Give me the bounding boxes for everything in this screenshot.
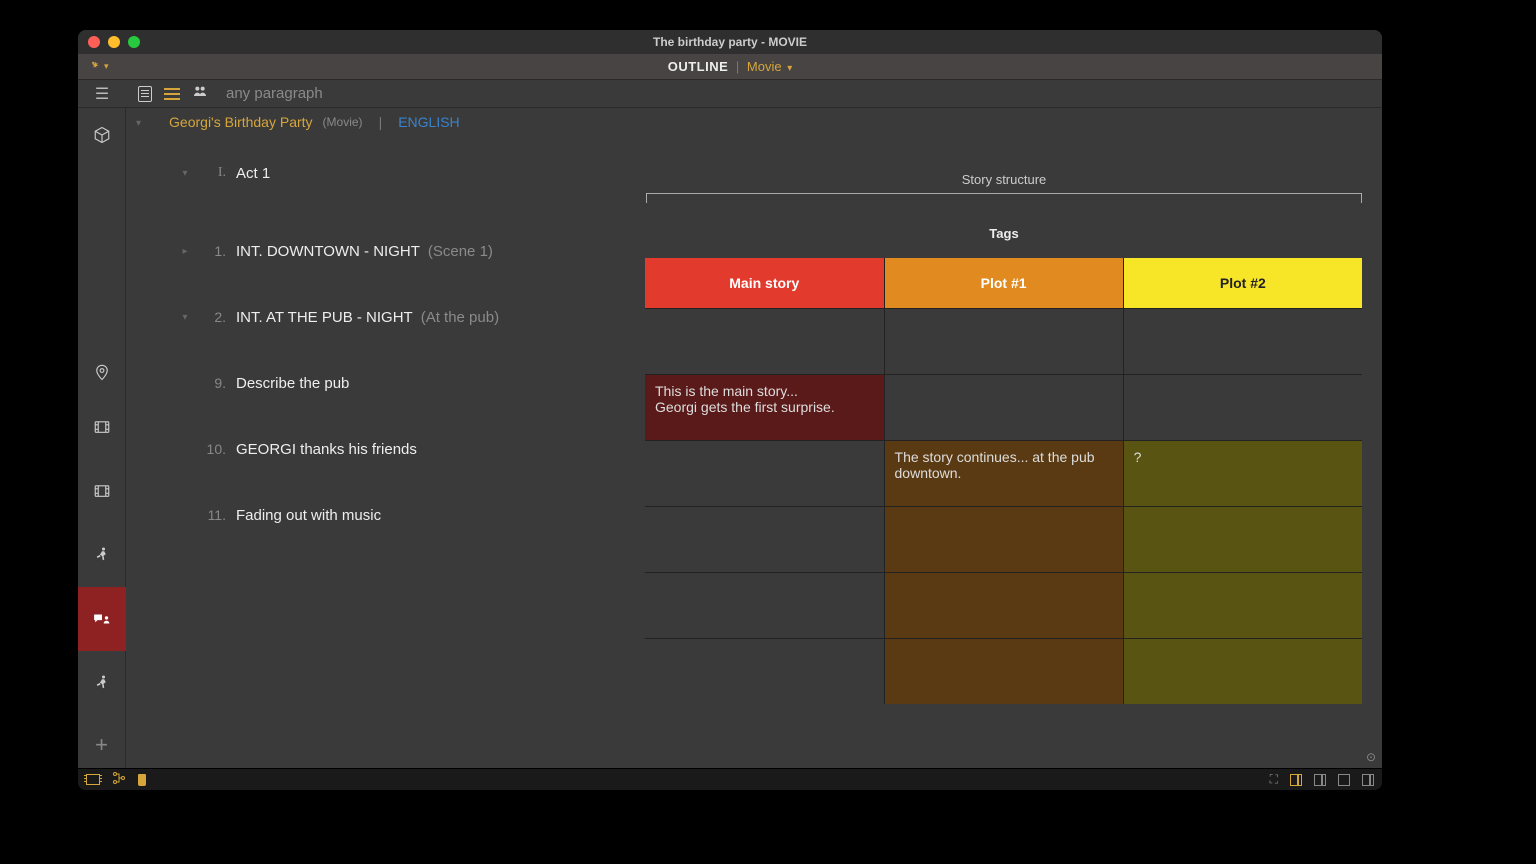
- layout-1-icon[interactable]: [1290, 774, 1302, 786]
- settings-icon[interactable]: ⊙: [1366, 750, 1376, 764]
- run-icon[interactable]: [78, 523, 126, 587]
- mode-bar: ▾ OUTLINE | Movie ▾: [78, 54, 1382, 80]
- grid-cell[interactable]: The story continues... at the pub downto…: [884, 440, 1123, 506]
- grid-row: [645, 308, 1362, 374]
- grid-cell[interactable]: [884, 308, 1123, 374]
- outline-row[interactable]: 10. GEORGI thanks his friends: [134, 416, 639, 482]
- chat-user-icon[interactable]: [78, 587, 126, 651]
- run-icon-2[interactable]: [78, 651, 126, 715]
- grid-row: [645, 506, 1362, 572]
- row-number: 10.: [196, 441, 226, 457]
- grid-cell[interactable]: ?: [1123, 440, 1362, 506]
- layout-4-icon[interactable]: [1362, 774, 1374, 786]
- tags-label: Tags: [646, 226, 1362, 241]
- grid-cell[interactable]: [645, 506, 884, 572]
- menu-icon[interactable]: ☰: [78, 84, 126, 104]
- layout-3-icon[interactable]: [1338, 774, 1350, 786]
- column-header[interactable]: Main story: [645, 258, 884, 308]
- grid-cell[interactable]: [884, 506, 1123, 572]
- main-content: ▾ Georgi's Birthday Party (Movie) | ENGL…: [126, 108, 1382, 768]
- view-icons: [138, 84, 208, 103]
- page-view-icon[interactable]: [138, 86, 152, 102]
- search-input[interactable]: [226, 85, 426, 102]
- outline-row[interactable]: 9. Describe the pub: [134, 350, 639, 416]
- structure-bracket: [646, 193, 1362, 203]
- body: + ▾ Georgi's Birthday Party (Movie) | EN…: [78, 108, 1382, 768]
- row-number: I.: [196, 165, 226, 181]
- row-title: Describe the pub: [236, 375, 349, 392]
- row-number: 11.: [196, 507, 226, 523]
- tool-row: ☰: [78, 80, 1382, 108]
- column-header[interactable]: Plot #1: [884, 258, 1123, 308]
- fullscreen-icon[interactable]: ⛶: [1270, 772, 1278, 787]
- status-tree-icon[interactable]: [112, 772, 126, 787]
- film-icon[interactable]: [78, 395, 126, 459]
- column-header[interactable]: Plot #2: [1123, 258, 1362, 308]
- status-bookmark-icon[interactable]: [138, 774, 146, 786]
- status-film-icon[interactable]: [86, 774, 100, 785]
- row-title: Act 1: [236, 165, 270, 182]
- cube-icon[interactable]: [78, 112, 126, 159]
- mode-selector[interactable]: OUTLINE | Movie ▾: [78, 59, 1382, 74]
- app-window: The birthday party - MOVIE ▾ OUTLINE | M…: [78, 30, 1382, 790]
- grid-cell[interactable]: [1123, 506, 1362, 572]
- grid-cell[interactable]: [1123, 638, 1362, 704]
- outline-row[interactable]: 11. Fading out with music: [134, 482, 639, 548]
- structure-header: Story structure: [646, 172, 1362, 203]
- project-type: (Movie): [323, 115, 363, 129]
- grid-cell[interactable]: [1123, 308, 1362, 374]
- grid-cell[interactable]: [645, 440, 884, 506]
- row-number: 2.: [196, 309, 226, 325]
- map-pin-icon[interactable]: [78, 349, 126, 396]
- grid-row: [645, 572, 1362, 638]
- grid-cell[interactable]: [884, 572, 1123, 638]
- group-icon[interactable]: [192, 84, 208, 103]
- titlebar: The birthday party - MOVIE: [78, 30, 1382, 54]
- outline-row[interactable]: ▾I. Act 1: [134, 128, 639, 218]
- row-subtitle: (Scene 1): [428, 243, 493, 260]
- row-number: 1.: [196, 243, 226, 259]
- grid-cell[interactable]: [884, 374, 1123, 440]
- grid-cell[interactable]: This is the main story...Georgi gets the…: [645, 374, 884, 440]
- chevron-icon[interactable]: ▾: [174, 312, 196, 323]
- outline-row[interactable]: ▸1. INT. DOWNTOWN - NIGHT (Scene 1): [134, 218, 639, 284]
- row-title: INT. DOWNTOWN - NIGHT: [236, 243, 420, 260]
- status-bar: ⛶: [78, 768, 1382, 790]
- outline-view-icon[interactable]: [164, 88, 180, 100]
- grid-cell[interactable]: [645, 638, 884, 704]
- context-label: Movie: [747, 59, 782, 74]
- mode-label: OUTLINE: [668, 59, 729, 74]
- structure-label: Story structure: [646, 172, 1362, 187]
- left-sidebar: +: [78, 108, 126, 768]
- window-title: The birthday party - MOVIE: [78, 35, 1382, 49]
- row-title: INT. AT THE PUB - NIGHT: [236, 309, 413, 326]
- chevron-icon[interactable]: ▸: [174, 246, 196, 257]
- grid-cell[interactable]: [884, 638, 1123, 704]
- outline-tree: ▾I.Act 1▸1.INT. DOWNTOWN - NIGHT(Scene 1…: [134, 128, 639, 548]
- row-number: 9.: [196, 375, 226, 391]
- chevron-down-icon: ▾: [787, 63, 792, 74]
- grid-row: [645, 638, 1362, 704]
- add-icon[interactable]: +: [78, 721, 126, 768]
- row-subtitle: (At the pub): [421, 309, 499, 326]
- story-grid: Main storyPlot #1Plot #2 This is the main…: [645, 258, 1362, 704]
- grid-cell[interactable]: [1123, 572, 1362, 638]
- grid-cell[interactable]: [1123, 374, 1362, 440]
- outline-row[interactable]: ▾2. INT. AT THE PUB - NIGHT (At the pub): [134, 284, 639, 350]
- grid-cell[interactable]: [645, 308, 884, 374]
- chevron-icon[interactable]: ▾: [174, 168, 196, 179]
- row-title: GEORGI thanks his friends: [236, 441, 417, 458]
- grid-cell[interactable]: [645, 572, 884, 638]
- row-title: Fading out with music: [236, 507, 381, 524]
- chevron-down-icon[interactable]: ▾: [136, 118, 141, 129]
- layout-2-icon[interactable]: [1314, 774, 1326, 786]
- grid-row: This is the main story...Georgi gets the…: [645, 374, 1362, 440]
- grid-row: The story continues... at the pub downto…: [645, 440, 1362, 506]
- film-icon-2[interactable]: [78, 459, 126, 523]
